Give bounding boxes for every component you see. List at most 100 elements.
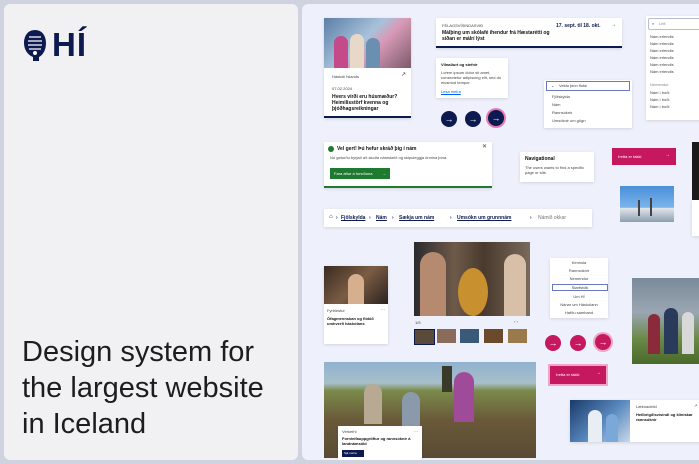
dropdown-option-2[interactable]: Nám [552,102,560,107]
menu-item[interactable]: Hafðu samband [550,310,608,315]
gallery-thumbnail[interactable] [437,329,456,343]
alert-title: Vel gert! Þú hefur skráð þig í nám [337,146,417,152]
search-link[interactable]: Nám í boði [650,97,669,102]
menu-item[interactable]: Um HÍ [550,294,608,299]
close-icon[interactable]: ✕ [482,144,487,150]
breadcrumb-item[interactable]: Umsókn um grunnnám [457,215,511,221]
hi-logo[interactable]: HÍ [22,28,87,62]
project-button[interactable]: Sjá meira [342,450,364,457]
info-body: Lorem ipsum dolor sit amet, consectetur … [441,70,502,85]
left-panel: HÍ Design system for the largest website… [4,4,298,460]
menu-item[interactable]: Kennsla [550,260,608,265]
bookmark-icon[interactable]: ⋯ [414,429,418,434]
search-result[interactable]: Nám erlendis [650,48,674,53]
pink-button-outlined[interactable]: Þetta er takki → [550,366,606,384]
video-thumbnail [324,266,388,304]
search-placeholder: Leit [659,21,666,26]
tooltip-body: The users wants to find a specific page … [525,165,585,175]
menu-item[interactable]: Nemendur [550,276,608,281]
dropdown-option-1[interactable]: Fjölskylda [552,94,570,99]
success-alert: Vel gert! Þú hefur skráð þig í nám ✕ Nú … [324,142,492,188]
portrait-card [692,200,699,236]
doctor-card[interactable]: Læknadeild ↗ Heilbrigðisvísindi og klíní… [570,400,699,442]
info-card[interactable]: Vilnaðurt og stefnir Lorem ipsum dolor s… [436,58,508,98]
event-label: FÉLAGSVÍSINDASVIÐ [442,23,484,28]
round-next-button-2[interactable]: → [465,111,481,127]
students-photo [632,278,699,364]
design-showcase: Háskóli Íslands ↗ 07.02.2024 Hvers virði… [302,4,699,460]
campus-photo [620,186,674,222]
breadcrumb-item[interactable]: Fjölskylda [341,215,365,221]
arrow-right-icon: → [382,171,386,176]
logo-text: HÍ [52,26,87,63]
news-source: Háskóli Íslands [332,74,359,79]
arrow-right-icon: → [611,22,616,28]
pink-round-button-2[interactable]: → [570,335,586,351]
search-result[interactable]: Nám erlendis [650,34,674,39]
gallery-thumbnail[interactable] [484,329,503,343]
search-panel: ⌕ Leit Nám erlendis Nám erlendis Nám erl… [646,16,699,120]
menu-item[interactable]: Rannsóknir [550,268,608,273]
breadcrumb: ⌂ › Fjölskylda › Nám › Sækja um nám › Um… [324,209,592,227]
video-card[interactable]: Fyrirlestur ⋯ Ófagmennskan og flókið umh… [324,266,388,344]
arrow-right-icon: → [548,338,558,348]
photo-counter: 1/5 [415,320,421,325]
search-input[interactable]: ⌕ Leit [648,18,699,30]
event-card[interactable]: FÉLAGSVÍSINDASVIÐ 17. sept. til 18. okt.… [436,18,622,48]
search-result[interactable]: Nám erlendis [650,62,674,67]
project-label: Verkefni [342,429,357,434]
side-menu: Kennsla Rannsóknir Nemendur Starfsfólk U… [550,258,608,318]
search-result[interactable]: Nám erlendis [650,41,674,46]
dropdown-option-4[interactable]: Umsóknir um gögn [552,118,586,123]
share-icon[interactable]: ⋯ [381,307,385,312]
news-title: Hvers virði eru húsmæður? Heimilisstörf … [332,94,398,112]
category-dropdown[interactable]: Veldu þinn flokk ⌄ Fjölskylda Nám Rannsó… [544,80,632,128]
breadcrumb-item[interactable]: Nám [376,215,387,221]
arrow-right-icon: → [665,152,670,158]
gallery-thumbnail[interactable] [508,329,527,343]
home-icon[interactable]: ⌂ [329,214,333,220]
breadcrumb-item[interactable]: Sækja um nám [399,215,434,221]
menu-item-active[interactable]: Starfsfólk [552,284,608,291]
research-photo [414,242,530,316]
doctor-title: Heilbrigðisvísindi og klínískar rannsókn… [636,412,693,422]
portrait-photo [692,142,699,200]
search-icon: ⌕ [652,21,655,26]
pink-round-button-1[interactable]: → [545,335,561,351]
doctor-label: Læknadeild [636,404,657,409]
news-photo [324,18,411,68]
gallery-nav[interactable]: ‹ › [514,319,518,324]
round-next-button-1[interactable]: → [441,111,457,127]
dropdown-option-3[interactable]: Rannsóknir [552,110,572,115]
event-title: Málþing um skólafé íhendur frá Hæstarétt… [442,30,550,42]
check-circle-icon [328,146,334,152]
gallery-thumbnail[interactable] [460,329,479,343]
alert-button[interactable]: Fara aftur á forsíðuna → [330,168,390,179]
arrow-right-icon: → [444,114,454,124]
athena-logo-icon [24,30,46,61]
arrow-right-icon: → [596,370,601,376]
search-result[interactable]: Nám erlendis [650,69,674,74]
info-title: Vilnaðurt og stefnir [441,62,478,67]
info-link[interactable]: Lesa meira [441,89,461,94]
video-title: Ófagmennskan og flókið umhverfi háskólan… [327,316,374,326]
external-link-icon[interactable]: ↗ [694,403,697,408]
news-card[interactable]: Háskóli Íslands ↗ 07.02.2024 Hvers virði… [324,18,411,118]
video-label: Fyrirlestur [327,308,345,313]
external-link-icon[interactable]: ↗ [401,72,406,78]
alert-body: Nú geturðu byrjað að skoða námskeið og s… [330,155,448,160]
gallery-thumbnail[interactable] [414,329,435,345]
round-next-button-3[interactable]: → [488,110,504,126]
search-result[interactable]: Nám erlendis [650,55,674,60]
pink-button[interactable]: Þetta er takki → [612,148,676,165]
page-headline: Design system for the largest website in… [22,336,264,440]
project-card[interactable]: Verkefni ⋯ Fornleifauppgröftur og rannsó… [338,426,422,460]
search-link[interactable]: Nám í boði [650,90,669,95]
menu-item[interactable]: Nánar um Háskólann [550,302,608,307]
dropdown-select[interactable]: Veldu þinn flokk ⌄ [546,81,630,91]
search-link[interactable]: Nám í boði [650,104,669,109]
search-section: Nemendur [650,82,669,87]
news-date: 07.02.2024 [332,86,353,91]
pink-round-button-3[interactable]: → [595,334,611,350]
arrow-right-icon: → [468,114,478,124]
